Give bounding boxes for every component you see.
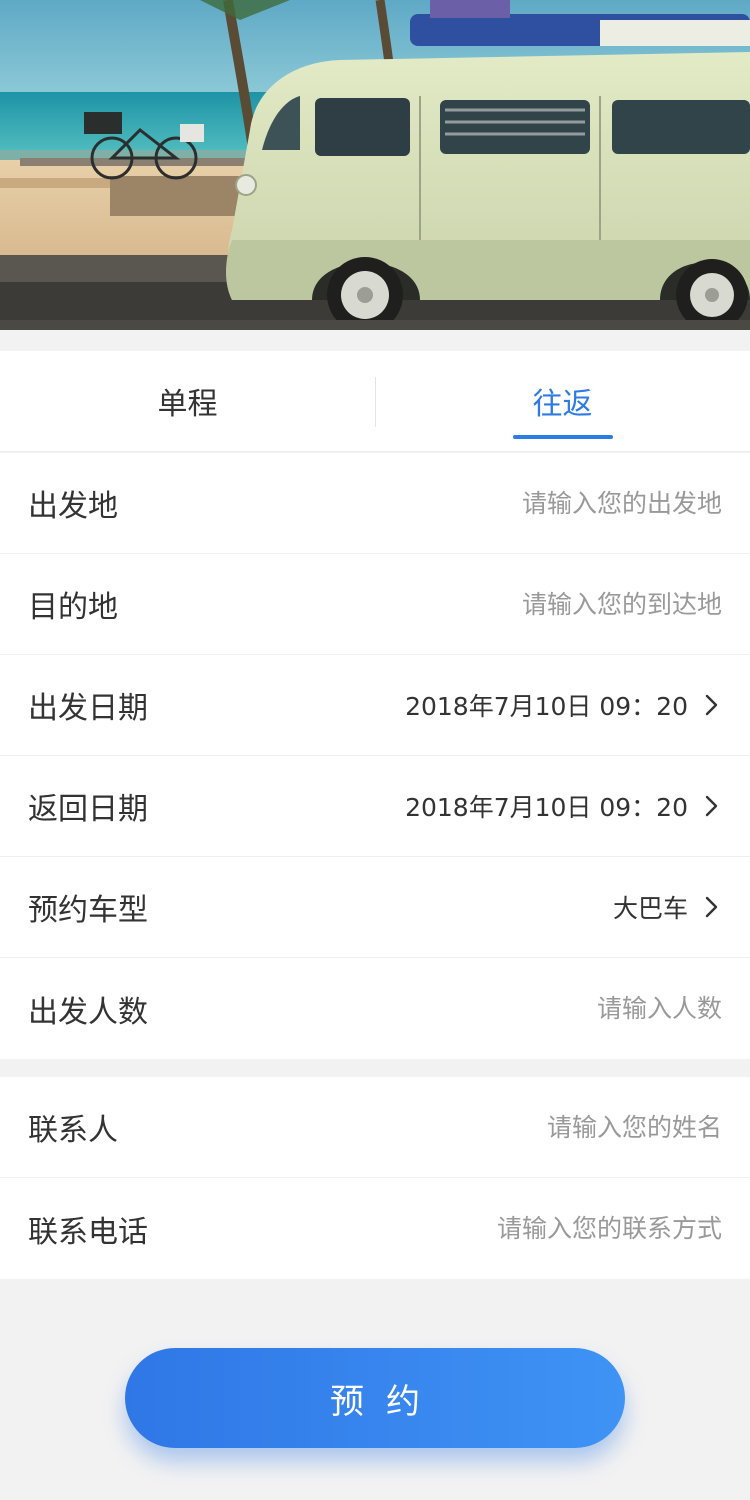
chevron-right-icon: [702, 795, 722, 817]
depart-date-row[interactable]: 出发日期 2018年7月10日 09：20: [0, 655, 750, 756]
depart-date-label: 出发日期: [28, 691, 148, 726]
passengers-label: 出发人数: [28, 994, 148, 1030]
destination-row: 目的地: [0, 554, 750, 655]
tab-round-trip[interactable]: 往返: [375, 351, 750, 451]
contact-form: 联系人 联系电话: [0, 1077, 750, 1279]
vehicle-type-row[interactable]: 预约车型 大巴车: [0, 857, 750, 958]
trip-type-tabs: 单程 往返: [0, 351, 750, 452]
return-date-label: 返回日期: [28, 792, 148, 827]
tab-one-way[interactable]: 单程: [0, 351, 375, 451]
passengers-row: 出发人数: [0, 958, 750, 1059]
contact-phone-row: 联系电话: [0, 1178, 750, 1279]
contact-name-row: 联系人: [0, 1077, 750, 1178]
return-date-row[interactable]: 返回日期 2018年7月10日 09：20: [0, 756, 750, 857]
contact-phone-input[interactable]: [392, 1214, 722, 1243]
departure-label: 出发地: [28, 489, 118, 524]
return-date-value: 2018年7月10日 09：20: [405, 793, 688, 822]
chevron-right-icon: [702, 896, 722, 918]
trip-form: 出发地 目的地 出发日期 2018年7月10日 09：20 返回日期 2018年…: [0, 453, 750, 1059]
contact-name-input[interactable]: [392, 1112, 722, 1142]
vehicle-type-value: 大巴车: [612, 894, 688, 923]
destination-label: 目的地: [28, 590, 118, 625]
contact-phone-label: 联系电话: [28, 1214, 148, 1250]
contact-name-label: 联系人: [28, 1113, 118, 1148]
passengers-input[interactable]: [392, 994, 722, 1023]
tab-divider: [375, 377, 376, 427]
vehicle-type-label: 预约车型: [28, 893, 148, 928]
departure-row: 出发地: [0, 453, 750, 554]
destination-input[interactable]: [392, 589, 722, 619]
chevron-right-icon: [702, 694, 722, 716]
banner-image: [0, 0, 750, 330]
departure-input[interactable]: [392, 488, 722, 518]
book-button[interactable]: 预约: [125, 1348, 625, 1448]
depart-date-value: 2018年7月10日 09：20: [405, 692, 688, 721]
